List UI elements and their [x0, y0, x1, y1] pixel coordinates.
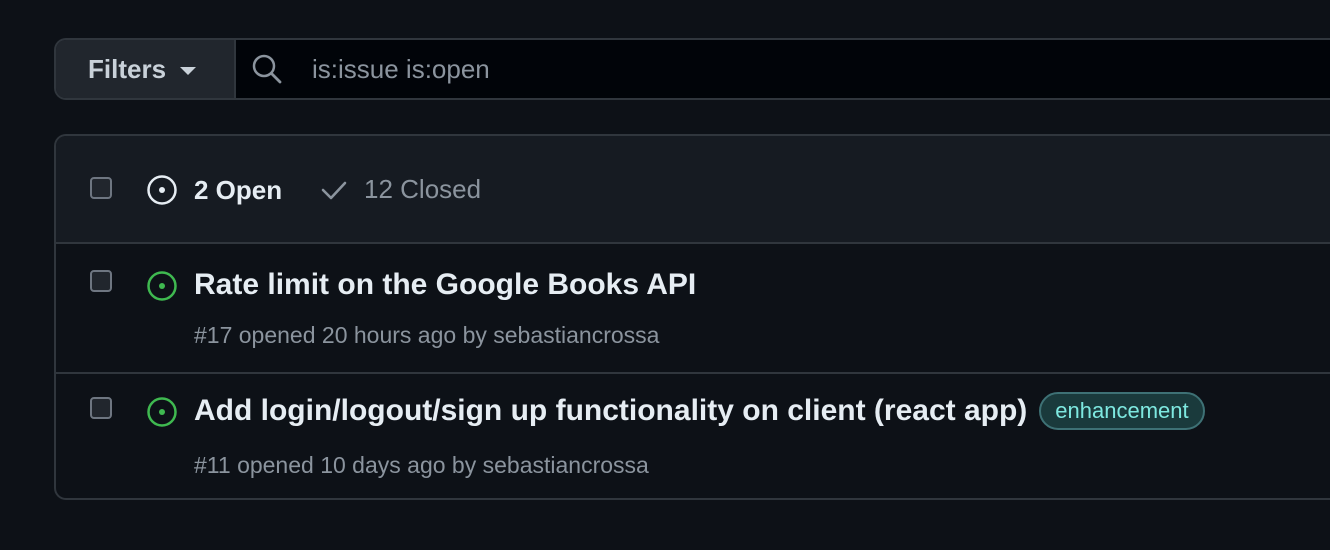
issue-row: Add login/logout/sign up functionality o… — [56, 372, 1330, 498]
issue-open-icon — [147, 175, 177, 205]
enhancement-label[interactable]: enhancement — [1039, 392, 1205, 430]
open-issues-toggle[interactable]: 2 Open — [146, 174, 282, 206]
filters-button-label: Filters — [88, 53, 167, 84]
search-input[interactable] — [312, 53, 1330, 85]
open-count-label: 2 Open — [194, 174, 283, 205]
issue-opened-text: opened 10 days ago by — [237, 452, 477, 478]
issue-row: Rate limit on the Google Books API #17 o… — [56, 244, 1330, 372]
issue-title-link[interactable]: Add login/logout/sign up functionality o… — [194, 392, 1205, 430]
issue-opened-icon — [147, 397, 177, 427]
issue-checkbox[interactable] — [90, 270, 112, 292]
issue-author-link[interactable]: sebastiancrossa — [493, 322, 659, 348]
issue-author-link[interactable]: sebastiancrossa — [483, 452, 649, 478]
issue-title: Rate limit on the Google Books API — [194, 268, 697, 301]
closed-count-label: 12 Closed — [364, 174, 482, 204]
issue-opened-text: opened 20 hours ago by — [238, 322, 487, 348]
issue-meta: #11 opened 10 days ago by sebastiancross… — [194, 452, 649, 479]
search-area — [236, 40, 1330, 98]
filters-button[interactable]: Filters — [56, 40, 236, 98]
issues-list: 2 Open 12 Closed Rate limit on the Googl… — [54, 134, 1330, 500]
issue-number: #17 — [194, 322, 233, 348]
filter-bar: Filters — [54, 38, 1330, 100]
select-all-checkbox[interactable] — [90, 177, 112, 199]
closed-issues-toggle[interactable]: 12 Closed — [320, 174, 481, 205]
issue-checkbox[interactable] — [90, 397, 112, 419]
issue-title-link[interactable]: Rate limit on the Google Books API — [194, 268, 696, 302]
search-icon — [252, 54, 282, 84]
issue-number: #11 — [194, 452, 231, 478]
issue-title: Add login/logout/sign up functionality o… — [194, 394, 1028, 427]
caret-down-icon — [180, 66, 197, 75]
issues-list-header: 2 Open 12 Closed — [56, 136, 1330, 244]
check-icon — [321, 181, 347, 199]
issue-opened-icon — [147, 271, 177, 301]
issue-meta: #17 opened 20 hours ago by sebastiancros… — [194, 322, 659, 349]
